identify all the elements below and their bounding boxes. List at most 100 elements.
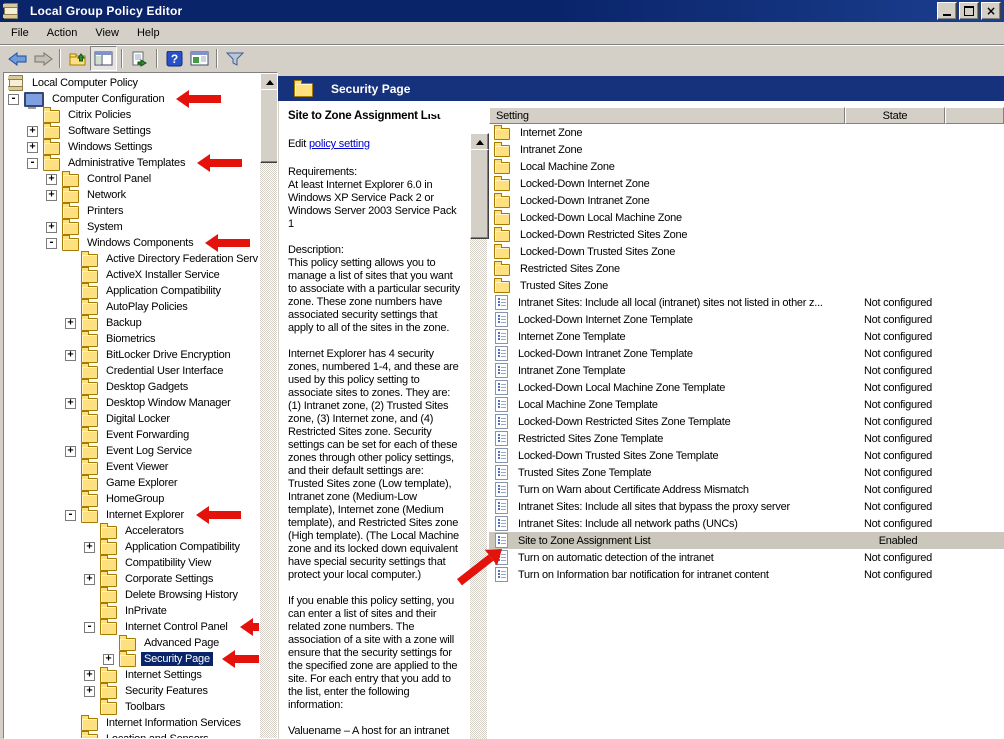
tree-item-label[interactable]: Computer Configuration: [49, 92, 167, 106]
filter-icon[interactable]: [222, 47, 247, 70]
tree-item[interactable]: Event Viewer: [5, 458, 259, 475]
column-header-setting[interactable]: Setting: [489, 107, 845, 124]
tree-item-label[interactable]: Windows Settings: [65, 140, 155, 154]
setting-name[interactable]: Locked-Down Local Machine Zone: [520, 212, 850, 224]
list-row[interactable]: Locked-Down Restricted Sites Zone Templa…: [489, 413, 1004, 430]
tree-item-label[interactable]: Event Viewer: [103, 460, 171, 474]
tree-item-label[interactable]: Active Directory Federation Serv: [103, 252, 259, 266]
tree-item-label[interactable]: Corporate Settings: [122, 572, 216, 586]
tree-item[interactable]: Digital Locker: [5, 410, 259, 427]
tree-collapse-icon[interactable]: -: [46, 237, 57, 249]
tree-expand-icon[interactable]: +: [65, 317, 76, 329]
tree-item[interactable]: AutoPlay Policies: [5, 298, 259, 315]
setting-name[interactable]: Locked-Down Intranet Zone: [520, 195, 850, 207]
tree-item-label[interactable]: Internet Information Services: [103, 716, 244, 730]
tree-expand-icon[interactable]: +: [27, 141, 38, 153]
tree-item-label[interactable]: Biometrics: [103, 332, 158, 346]
tree-item[interactable]: - Internet Control Panel: [5, 618, 259, 636]
tree-item-label[interactable]: Application Compatibility: [103, 284, 224, 298]
description-scrollbar[interactable]: [470, 133, 489, 739]
setting-name[interactable]: Intranet Sites: Include all local (intra…: [518, 297, 848, 309]
setting-name[interactable]: Turn on automatic detection of the intra…: [518, 552, 848, 564]
tree-expand-icon[interactable]: +: [27, 125, 38, 137]
list-row[interactable]: Trusted Sites Zone Template Not configure…: [489, 464, 1004, 481]
tree-item-label[interactable]: Game Explorer: [103, 476, 180, 490]
tree-item-label[interactable]: Digital Locker: [103, 412, 173, 426]
tree-collapse-icon[interactable]: -: [84, 621, 95, 633]
tree-item-label[interactable]: Security Features: [122, 684, 211, 698]
list-row[interactable]: Intranet Zone: [489, 141, 1004, 158]
list-row[interactable]: Intranet Zone Template Not configured: [489, 362, 1004, 379]
tree-expand-icon[interactable]: +: [103, 653, 114, 665]
tree-item-label[interactable]: BitLocker Drive Encryption: [103, 348, 233, 362]
tree-item-label[interactable]: Backup: [103, 316, 145, 330]
tree-expand-icon[interactable]: +: [65, 445, 76, 457]
list-row[interactable]: Restricted Sites Zone Template Not config…: [489, 430, 1004, 447]
edit-policy-setting-link[interactable]: policy setting: [309, 138, 370, 150]
setting-name[interactable]: Restricted Sites Zone Template: [518, 433, 848, 445]
setting-name[interactable]: Locked-Down Internet Zone: [520, 178, 850, 190]
tree-expand-icon[interactable]: +: [46, 221, 57, 233]
setting-name[interactable]: Trusted Sites Zone Template: [518, 467, 848, 479]
tree-item[interactable]: - Windows Components: [5, 234, 259, 252]
tree-item[interactable]: Compatibility View: [5, 554, 259, 571]
tree-item-label[interactable]: System: [84, 220, 125, 234]
tree-item[interactable]: Application Compatibility: [5, 282, 259, 299]
list-row[interactable]: Locked-Down Restricted Sites Zone: [489, 226, 1004, 243]
tree-item[interactable]: + Security Page: [5, 650, 259, 668]
tree-item-label[interactable]: Location and Sensors: [103, 732, 211, 738]
tree-item[interactable]: + System: [5, 218, 259, 235]
list-row[interactable]: Locked-Down Internet Zone Template Not co…: [489, 311, 1004, 328]
menu-view[interactable]: View: [86, 24, 128, 42]
setting-name[interactable]: Turn on Information bar notification for…: [518, 569, 848, 581]
tree-item[interactable]: + Windows Settings: [5, 138, 259, 155]
tree-item-label[interactable]: Control Panel: [84, 172, 154, 186]
back-icon[interactable]: [5, 47, 30, 70]
menu-action[interactable]: Action: [38, 24, 87, 42]
setting-name[interactable]: Intranet Zone Template: [518, 365, 848, 377]
tree-expand-icon[interactable]: +: [84, 573, 95, 585]
close-button[interactable]: ×: [981, 2, 1001, 20]
tree-item[interactable]: Credential User Interface: [5, 362, 259, 379]
setting-name[interactable]: Locked-Down Trusted Sites Zone: [520, 246, 850, 258]
list-row-selected[interactable]: Site to Zone Assignment List Enabled: [489, 532, 1004, 549]
setting-name[interactable]: Locked-Down Trusted Sites Zone Template: [518, 450, 848, 462]
menu-file[interactable]: File: [2, 24, 38, 42]
tree-item-label[interactable]: Internet Control Panel: [122, 620, 231, 634]
tree-item[interactable]: - Internet Explorer: [5, 506, 259, 524]
tree-item[interactable]: Biometrics: [5, 330, 259, 347]
tree-item[interactable]: Event Forwarding: [5, 426, 259, 443]
tree-item[interactable]: + Internet Settings: [5, 666, 259, 683]
list-row[interactable]: Internet Zone: [489, 124, 1004, 141]
list-row[interactable]: Internet Zone Template Not configured: [489, 328, 1004, 345]
list-row[interactable]: Intranet Sites: Include all local (intra…: [489, 294, 1004, 311]
setting-name[interactable]: Internet Zone: [520, 127, 850, 139]
tree-item[interactable]: Location and Sensors: [5, 730, 259, 738]
help-icon[interactable]: ?: [162, 47, 187, 70]
column-header-state[interactable]: State: [845, 107, 945, 124]
tree-item-label[interactable]: Printers: [84, 204, 126, 218]
tree-item[interactable]: ActiveX Installer Service: [5, 266, 259, 283]
tree-item-label[interactable]: ActiveX Installer Service: [103, 268, 223, 282]
tree-item[interactable]: + Security Features: [5, 682, 259, 699]
tree-collapse-icon[interactable]: -: [8, 93, 19, 105]
tree-expand-icon[interactable]: +: [84, 541, 95, 553]
scrollbar-thumb[interactable]: [470, 149, 489, 239]
tree-item[interactable]: - Administrative Templates: [5, 154, 259, 172]
tree-item-label[interactable]: Local Computer Policy: [29, 76, 141, 90]
setting-name[interactable]: Locked-Down Internet Zone Template: [518, 314, 848, 326]
tree-item-label[interactable]: AutoPlay Policies: [103, 300, 191, 314]
tree-item[interactable]: + Network: [5, 186, 259, 203]
tree-item-label[interactable]: Administrative Templates: [65, 156, 188, 170]
tree-item-label[interactable]: Compatibility View: [122, 556, 214, 570]
tree-item[interactable]: InPrivate: [5, 602, 259, 619]
list-row[interactable]: Locked-Down Trusted Sites Zone Template N…: [489, 447, 1004, 464]
tree-item-label[interactable]: Software Settings: [65, 124, 154, 138]
list-row[interactable]: Locked-Down Local Machine Zone Template N…: [489, 379, 1004, 396]
list-row[interactable]: Locked-Down Intranet Zone: [489, 192, 1004, 209]
tree-expand-icon[interactable]: +: [65, 349, 76, 361]
list-row[interactable]: Turn on Warn about Certificate Address M…: [489, 481, 1004, 498]
minimize-button[interactable]: [937, 2, 957, 20]
tree-item-label[interactable]: Internet Settings: [122, 668, 205, 682]
tree-item[interactable]: + Software Settings: [5, 122, 259, 139]
